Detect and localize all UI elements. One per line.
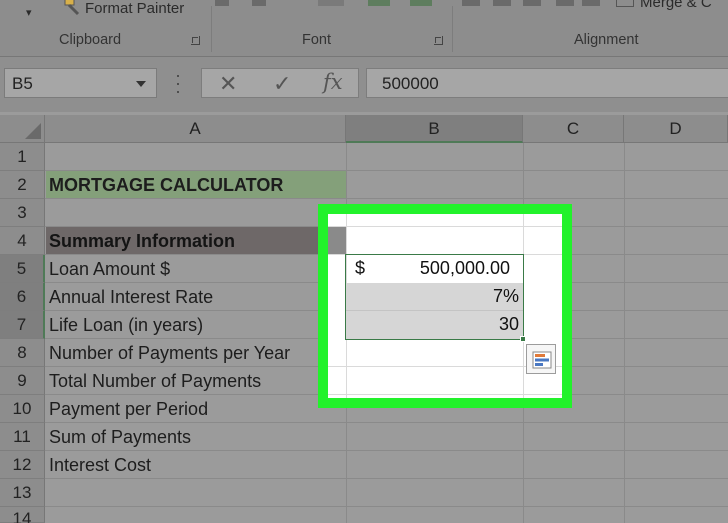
- ribbon-button-peek[interactable]: [556, 0, 574, 6]
- row-header[interactable]: 6: [0, 283, 45, 311]
- quick-analysis-button[interactable]: [526, 344, 556, 374]
- group-label-clipboard: Clipboard: [59, 32, 122, 48]
- cell-a4[interactable]: Summary Information: [49, 227, 235, 255]
- gridline: [328, 394, 562, 395]
- cell-a8[interactable]: Number of Payments per Year: [49, 339, 290, 367]
- clipboard-launcher-icon[interactable]: [191, 36, 200, 45]
- enter-icon[interactable]: ✓: [273, 71, 291, 97]
- ribbon-button-peek[interactable]: [582, 0, 600, 6]
- group-separator: [211, 6, 212, 52]
- formula-input[interactable]: 500000: [366, 68, 728, 98]
- merge-and-center-button[interactable]: Merge & C: [614, 0, 728, 14]
- cell-a11[interactable]: Sum of Payments: [49, 423, 191, 451]
- ribbon-button-peek[interactable]: [318, 0, 344, 6]
- row-header[interactable]: 10: [0, 395, 45, 423]
- formula-bar: B5 · · · ✕ ✓ fx 500000: [0, 57, 728, 112]
- name-box-value: B5: [12, 74, 33, 93]
- fill-handle[interactable]: [520, 336, 526, 342]
- row-header[interactable]: 11: [0, 423, 45, 451]
- select-all-triangle-icon: [25, 123, 41, 139]
- row-header[interactable]: 7: [0, 311, 45, 339]
- worksheet-grid: A B C D 1 2 3 4 5 6 7 8 9 10 11 12 13 14…: [0, 112, 728, 523]
- chevron-down-icon[interactable]: [136, 81, 146, 87]
- row-header[interactable]: 5: [0, 255, 45, 283]
- cell-a10[interactable]: Payment per Period: [49, 395, 208, 423]
- quick-analysis-icon: [532, 350, 552, 375]
- ribbon-button-peek[interactable]: [410, 0, 432, 6]
- row-header[interactable]: 13: [0, 479, 45, 507]
- gridline: [45, 506, 728, 507]
- cell-a7[interactable]: Life Loan (in years): [49, 311, 203, 339]
- cell-a2[interactable]: MORTGAGE CALCULATOR: [49, 171, 283, 199]
- row-header[interactable]: 3: [0, 199, 45, 227]
- group-label-alignment: Alignment: [574, 32, 639, 48]
- formula-bar-buttons: ✕ ✓ fx: [201, 68, 359, 98]
- paintbrush-icon: [62, 0, 84, 22]
- column-header-c[interactable]: C: [523, 115, 624, 143]
- row-header[interactable]: 9: [0, 367, 45, 395]
- drag-handle-icon[interactable]: · · ·: [175, 66, 181, 100]
- ribbon: ▾ Format Painter Merge & C Clipboard Fon…: [0, 0, 728, 57]
- highlight-box: $ 500,000.00 7% 30: [318, 204, 572, 408]
- column-header-a[interactable]: A: [45, 115, 346, 143]
- cell-b5-currency: $: [355, 258, 366, 278]
- column-header-b[interactable]: B: [346, 115, 523, 143]
- ribbon-button-peek[interactable]: [368, 0, 390, 6]
- group-separator: [452, 6, 453, 52]
- row-header[interactable]: 8: [0, 339, 45, 367]
- cell-a12[interactable]: Interest Cost: [49, 451, 151, 479]
- select-all-button[interactable]: [0, 115, 45, 143]
- row-header[interactable]: 12: [0, 451, 45, 479]
- row-header[interactable]: 14: [0, 507, 45, 523]
- chevron-down-icon[interactable]: ▾: [26, 6, 32, 19]
- cancel-icon[interactable]: ✕: [219, 71, 237, 97]
- gridline: [624, 143, 625, 523]
- cell-b7[interactable]: 30: [499, 311, 519, 338]
- format-painter-label: Format Painter: [85, 0, 185, 17]
- column-header-d[interactable]: D: [624, 115, 728, 143]
- group-label-font: Font: [302, 32, 332, 48]
- merge-label: Merge & C: [640, 0, 712, 11]
- merge-icon: [616, 0, 634, 7]
- row-header[interactable]: 2: [0, 171, 45, 199]
- cell-a9[interactable]: Total Number of Payments: [49, 367, 261, 395]
- cell-a5[interactable]: Loan Amount $: [49, 255, 170, 283]
- cell-b6[interactable]: 7%: [493, 283, 519, 310]
- format-painter-button[interactable]: Format Painter: [60, 0, 210, 22]
- row-header[interactable]: 4: [0, 227, 45, 255]
- cell-a6[interactable]: Annual Interest Rate: [49, 283, 213, 311]
- insert-function-icon[interactable]: fx: [323, 70, 343, 94]
- formula-value: 500000: [382, 74, 439, 93]
- row-header[interactable]: 1: [0, 143, 45, 171]
- ribbon-button-peek[interactable]: [252, 0, 266, 6]
- ribbon-button-peek[interactable]: [462, 0, 480, 6]
- font-launcher-icon[interactable]: [434, 36, 443, 45]
- gridline: [328, 226, 562, 227]
- cell-b5[interactable]: 500,000.00: [420, 255, 510, 282]
- name-box[interactable]: B5: [4, 68, 157, 98]
- summary-cell-fill: [328, 227, 346, 254]
- ribbon-button-peek[interactable]: [523, 0, 541, 6]
- ribbon-button-peek[interactable]: [493, 0, 511, 6]
- ribbon-button-peek[interactable]: [215, 0, 229, 6]
